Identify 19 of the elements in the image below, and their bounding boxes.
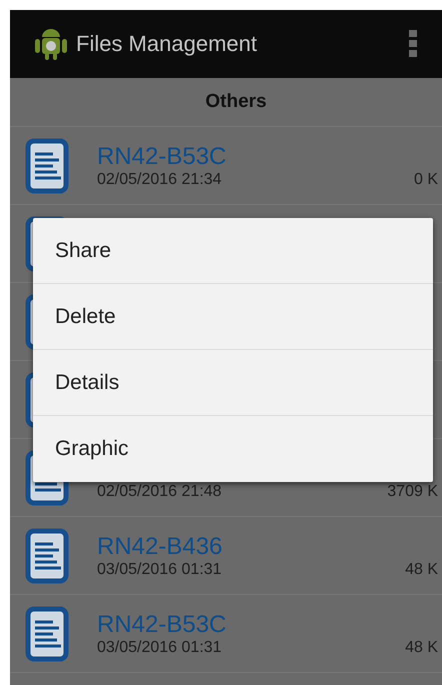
file-size: 48 K — [405, 560, 438, 578]
file-size: 48 K — [405, 638, 438, 656]
file-date: 02/05/2016 21:48 — [97, 482, 222, 500]
file-size: 0 K — [414, 170, 438, 188]
section-title: Others — [205, 91, 267, 113]
file-size: 3709 K — [387, 482, 438, 500]
menu-item[interactable]: Delete — [33, 284, 433, 350]
document-icon — [25, 528, 69, 584]
menu-item[interactable]: Share — [33, 218, 433, 284]
file-date: 03/05/2016 01:31 — [97, 638, 222, 656]
menu-item[interactable]: Details — [33, 350, 433, 416]
document-icon — [25, 138, 69, 194]
file-date: 02/05/2016 21:34 — [97, 170, 222, 188]
app-title: Files Management — [76, 31, 258, 57]
overflow-menu-icon[interactable] — [409, 30, 417, 58]
android-icon — [34, 27, 68, 61]
menu-item[interactable]: Graphic — [33, 416, 433, 482]
file-date: 03/05/2016 01:31 — [97, 560, 222, 578]
document-icon — [25, 606, 69, 662]
